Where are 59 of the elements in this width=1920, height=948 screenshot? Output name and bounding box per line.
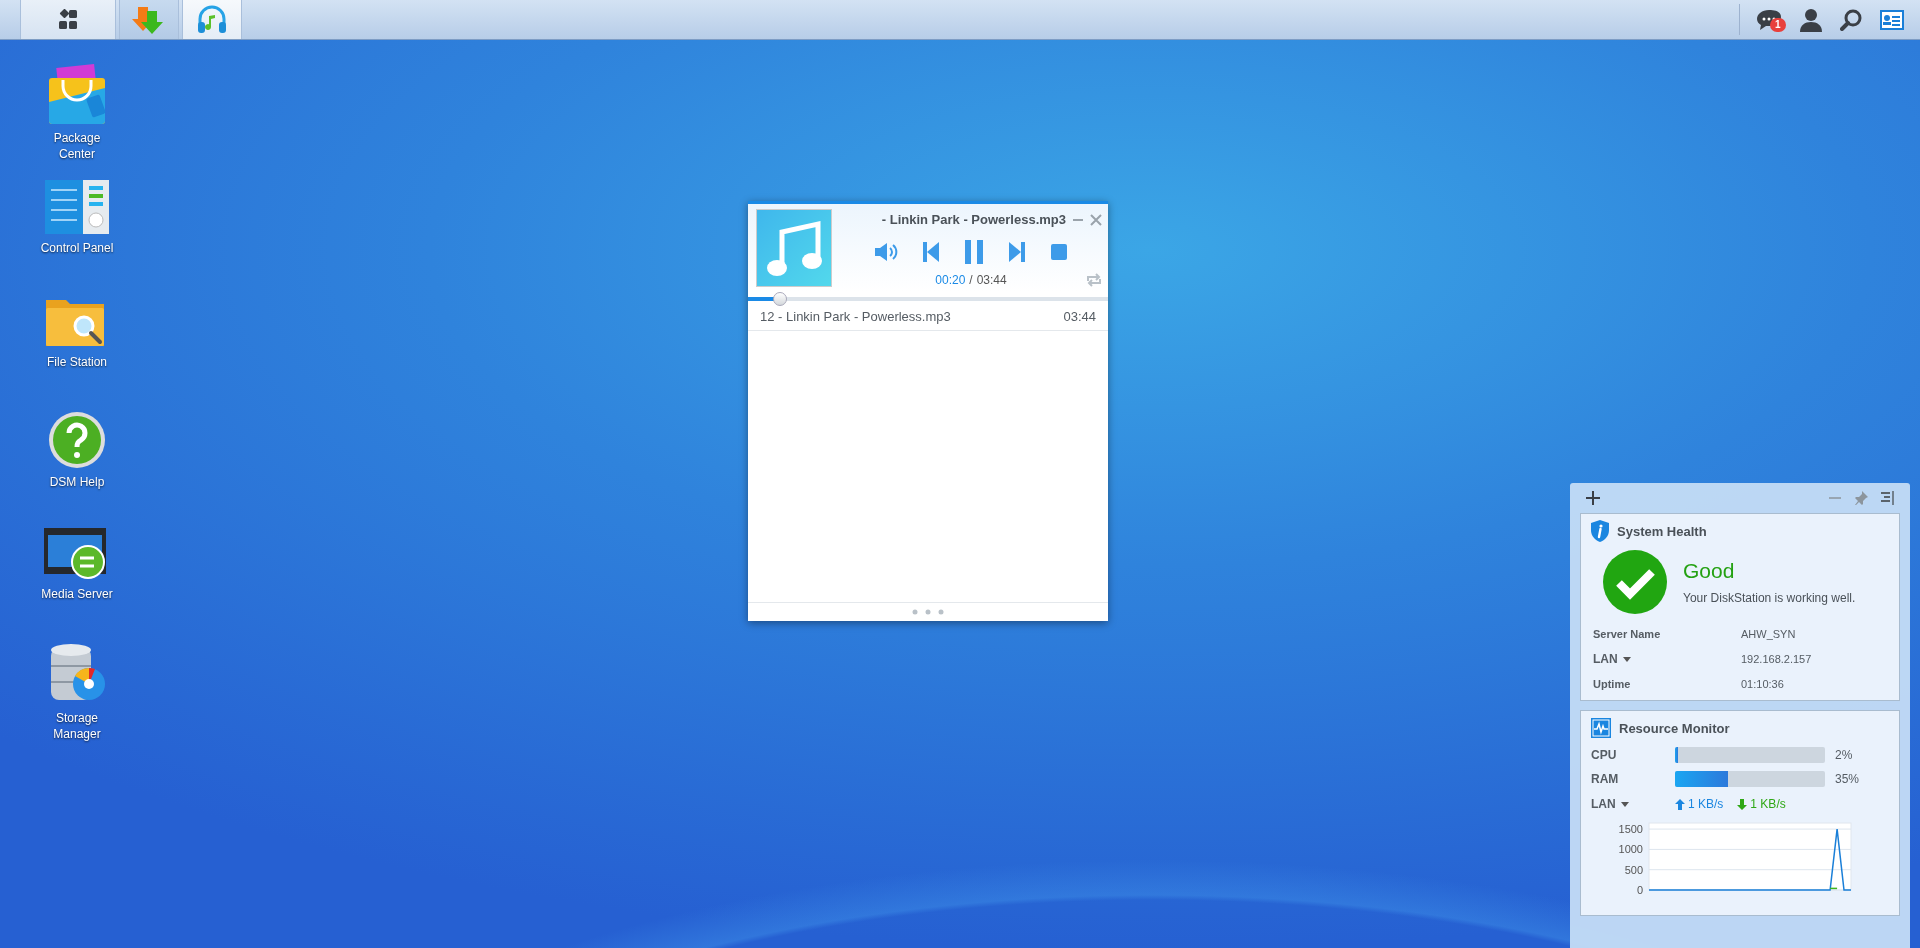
axis-tick-label: 1500 xyxy=(1618,823,1643,836)
desktop-shortcut[interactable]: DSM Help xyxy=(27,410,127,526)
widget-title: System Health xyxy=(1617,523,1707,539)
track-title: - Linkin Park - Powerless.mp3 xyxy=(881,212,1066,227)
dropdown-button[interactable]: LAN xyxy=(1591,797,1661,811)
usage-percent: 2% xyxy=(1835,748,1853,762)
field-label: Uptime xyxy=(1593,678,1632,690)
desktop-shortcut[interactable]: Control Panel xyxy=(27,178,127,294)
download-speed: 1 KB/s xyxy=(1750,797,1786,811)
pin-icon[interactable] xyxy=(1854,491,1868,505)
playlist-row[interactable]: 12 - Linkin Park - Powerless.mp3 03:44 xyxy=(748,306,1108,331)
grip-dots-icon[interactable] xyxy=(912,609,944,615)
add-widget-button[interactable] xyxy=(1586,491,1600,505)
track-name: 12 - Linkin Park - Powerless.mp3 xyxy=(760,309,951,324)
health-message: Your DiskStation is working well. xyxy=(1683,591,1856,605)
meter-label: CPU xyxy=(1591,748,1618,762)
next-button[interactable] xyxy=(1008,241,1026,263)
upload-speed: 1 KB/s xyxy=(1688,797,1724,811)
desktop-shortcut[interactable]: Media Server xyxy=(27,526,127,642)
question-mark-icon xyxy=(47,410,107,470)
close-icon[interactable] xyxy=(1090,213,1102,226)
axis-tick-label: 0 xyxy=(1636,884,1643,896)
track-duration: 03:44 xyxy=(1063,309,1096,324)
total-time: 03:44 xyxy=(976,273,1007,287)
repeat-button[interactable] xyxy=(1086,273,1102,287)
axis-tick-label: 1000 xyxy=(1618,843,1643,856)
volume-button[interactable] xyxy=(874,242,898,262)
caret-icon xyxy=(1620,801,1629,807)
field-value: 01:10:36 xyxy=(1741,678,1784,690)
caret-icon xyxy=(1622,656,1631,662)
health-status: Good xyxy=(1683,559,1736,583)
widgets-button[interactable] xyxy=(1878,7,1906,32)
elapsed-time: 00:20 xyxy=(935,273,966,287)
desktop-shortcut[interactable]: Storage Manager xyxy=(27,642,127,758)
desktop-shortcut[interactable]: Package Center xyxy=(27,62,127,178)
time-separator: / xyxy=(969,273,973,287)
usage-percent: 35% xyxy=(1835,772,1860,786)
upload-arrow-icon xyxy=(1675,798,1685,810)
pause-button[interactable] xyxy=(964,239,984,265)
field-value: AHW_SYN xyxy=(1741,628,1796,640)
pulse-monitor-icon xyxy=(1591,718,1611,738)
taskbar-button[interactable] xyxy=(20,0,116,39)
previous-button[interactable] xyxy=(922,241,940,263)
dropdown-button[interactable]: LAN xyxy=(1593,652,1741,666)
field-value: 192.168.2.157 xyxy=(1741,653,1812,665)
collapse-panel-button[interactable] xyxy=(1880,491,1894,505)
download-arrows-icon xyxy=(132,4,166,35)
desktop-shortcut[interactable]: File Station xyxy=(27,294,127,410)
widget-title: Resource Monitor xyxy=(1619,720,1730,736)
download-arrow-icon xyxy=(1737,798,1748,810)
stop-button[interactable] xyxy=(1050,243,1068,261)
checkmark-circle-icon xyxy=(1603,550,1667,614)
headphones-icon xyxy=(196,3,228,36)
field-label: Server Name xyxy=(1593,628,1662,640)
grid-icon xyxy=(57,8,79,31)
axis-tick-label: 500 xyxy=(1624,863,1643,876)
meter-label: RAM xyxy=(1591,772,1620,786)
shield-info-icon xyxy=(1591,520,1609,542)
control-panel-icon xyxy=(45,178,109,236)
